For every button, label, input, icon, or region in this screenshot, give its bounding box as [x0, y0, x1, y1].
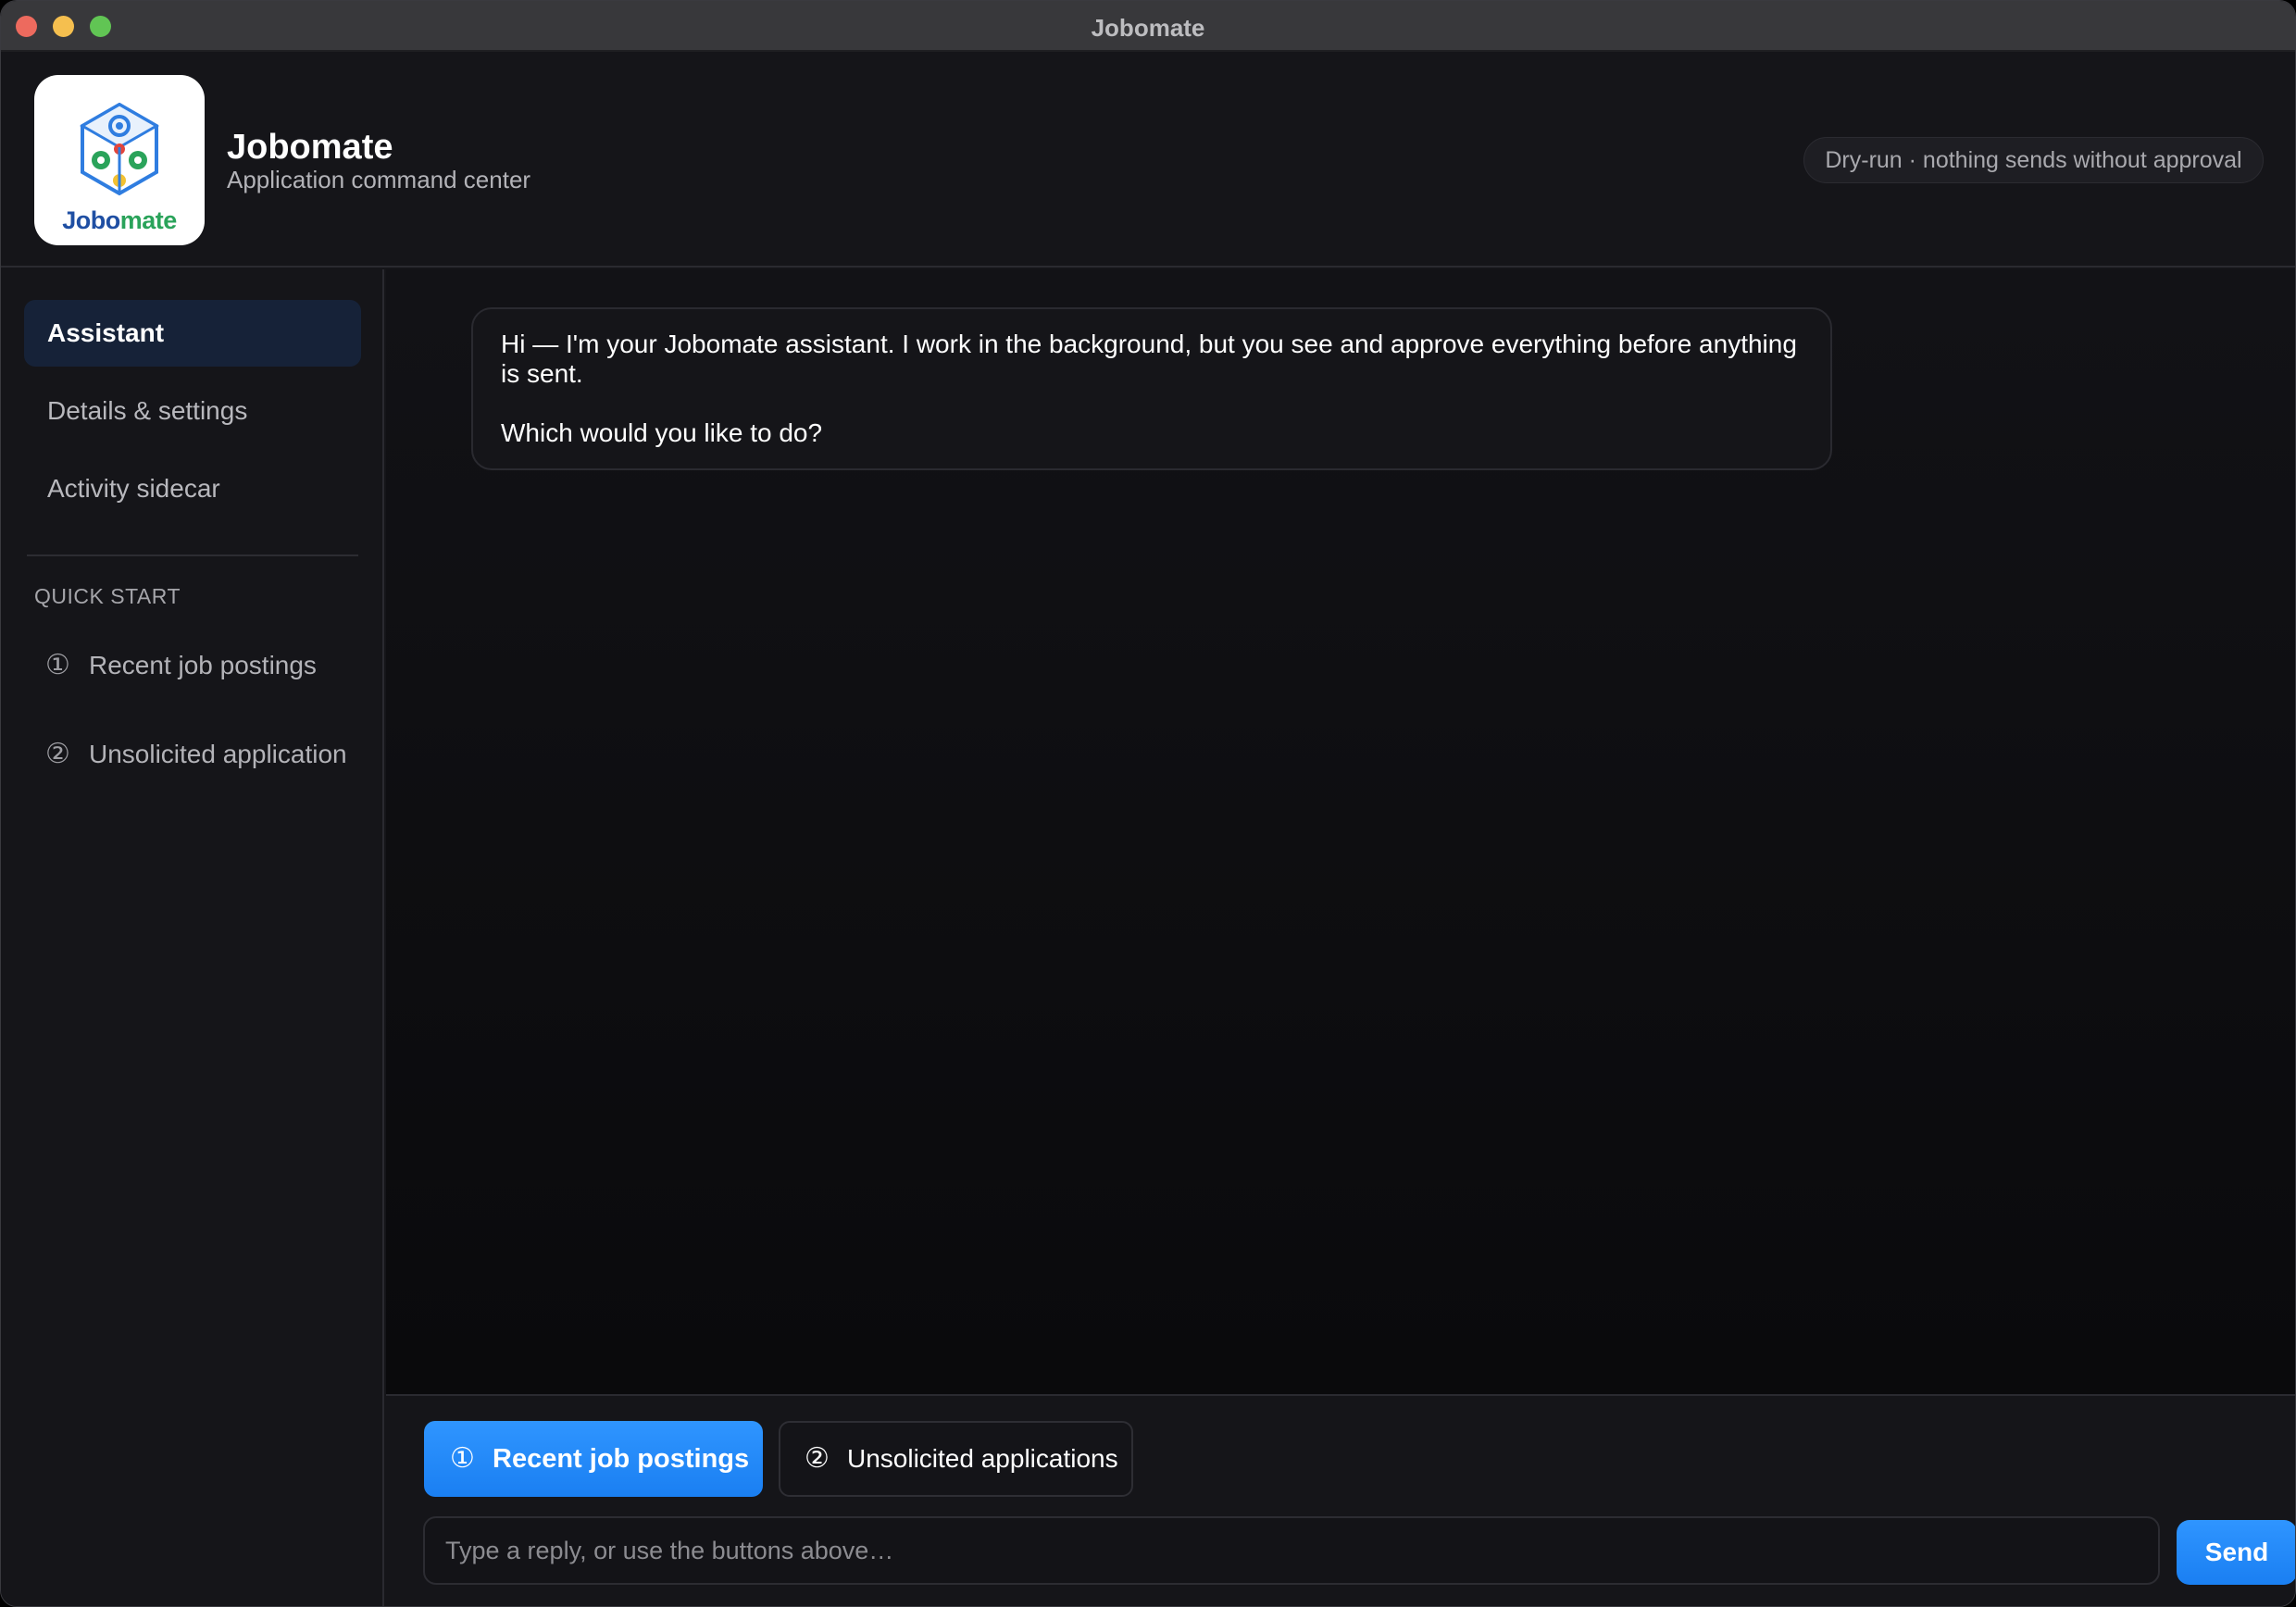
app-window: Jobomate Jobomate Jobomate Application c… — [0, 0, 2296, 1607]
send-button[interactable]: Send — [2177, 1520, 2295, 1585]
unsolicited-applications-button[interactable]: ② Unsolicited applications — [779, 1421, 1133, 1497]
step-one-icon: ① — [450, 1443, 475, 1474]
reply-input[interactable] — [423, 1516, 2160, 1585]
assistant-message-intro: Hi — I'm your Jobomate assistant. I work… — [501, 330, 1797, 388]
sidebar-divider — [27, 554, 358, 556]
quick-start-label: QUICK START — [34, 584, 181, 608]
sidebar: Assistant Details & settings Activity si… — [1, 269, 384, 1606]
quick-start-recent-job-postings[interactable]: ① Recent job postings — [45, 649, 317, 681]
gear-cube-logo-icon — [79, 103, 160, 196]
dry-run-badge: Dry-run · nothing sends without approval — [1803, 137, 2264, 183]
title-bar: Jobomate — [1, 1, 2295, 52]
app-name: Jobomate — [227, 128, 393, 167]
app-subtitle: Application command center — [227, 166, 531, 193]
sidebar-item-details-settings[interactable]: Details & settings — [24, 378, 361, 444]
sidebar-item-activity-sidecar[interactable]: Activity sidecar — [24, 455, 361, 522]
app-logo: Jobomate — [34, 75, 205, 245]
sidebar-item-assistant[interactable]: Assistant — [24, 300, 361, 367]
quick-start-unsolicited-application[interactable]: ② Unsolicited application — [45, 738, 347, 770]
assistant-message-question: Which would you like to do? — [501, 418, 823, 447]
step-two-icon: ② — [805, 1443, 830, 1474]
app-header: Jobomate Jobomate Application command ce… — [1, 54, 2295, 268]
chat-area: Hi — I'm your Jobomate assistant. I work… — [386, 269, 2295, 1394]
step-two-icon: ② — [45, 739, 70, 769]
composer: ① Recent job postings ② Unsolicited applic… — [386, 1394, 2295, 1606]
quick-start-item-label: Recent job postings — [89, 651, 317, 679]
assistant-message: Hi — I'm your Jobomate assistant. I work… — [471, 307, 1832, 470]
recent-job-postings-button[interactable]: ① Recent job postings — [424, 1421, 763, 1497]
quick-start-item-label: Unsolicited application — [89, 740, 347, 768]
step-one-icon: ① — [45, 650, 70, 680]
button-label: Unsolicited applications — [847, 1444, 1118, 1473]
logo-wordmark: Jobomate — [62, 206, 177, 234]
button-label: Recent job postings — [493, 1444, 750, 1474]
window-title: Jobomate — [1091, 14, 1205, 42]
